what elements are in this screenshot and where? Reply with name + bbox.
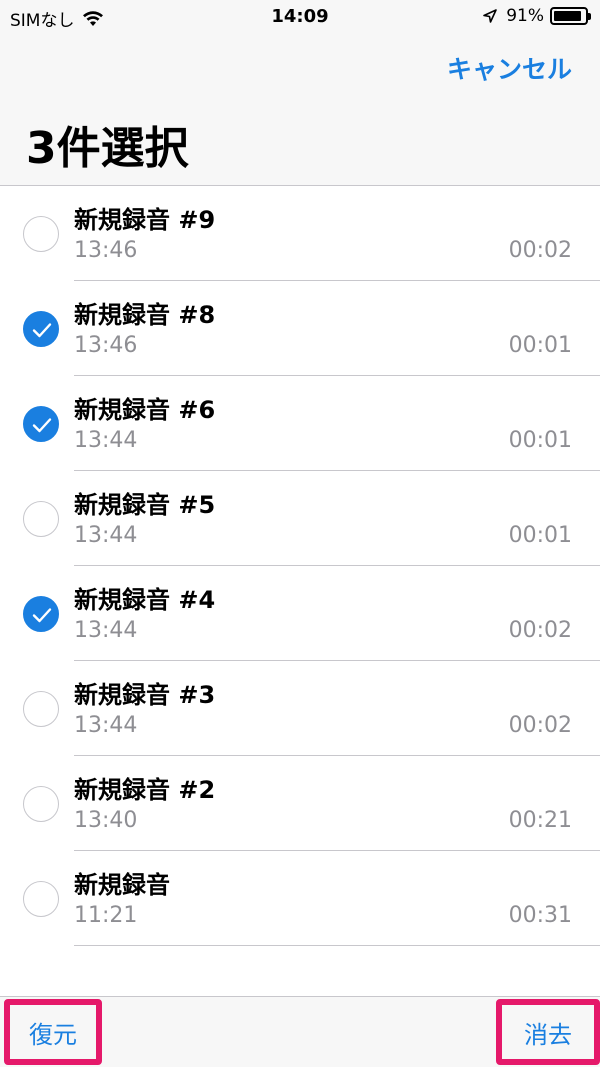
page-title: 3件選択 <box>26 123 189 174</box>
recording-name: 新規録音 <box>74 871 170 899</box>
recording-time: 13:46 <box>74 333 138 358</box>
cancel-button[interactable]: キャンセル <box>447 50 572 86</box>
recording-row[interactable]: 新規録音 11:21 00:31 <box>0 851 600 946</box>
checkbox-empty-icon[interactable] <box>23 501 59 537</box>
recording-row[interactable]: 新規録音 #8 13:46 00:01 <box>0 281 600 376</box>
recording-row[interactable]: 新規録音 #5 13:44 00:01 <box>0 471 600 566</box>
recording-name: 新規録音 #3 <box>74 681 216 709</box>
recording-name: 新規録音 #6 <box>74 396 216 424</box>
recording-duration: 00:02 <box>508 238 572 263</box>
checkbox-empty-icon[interactable] <box>23 691 59 727</box>
location-arrow-icon <box>483 9 498 23</box>
status-bar: SIMなし 14:09 91% <box>0 0 600 34</box>
recording-duration: 00:31 <box>508 903 572 928</box>
recording-name: 新規録音 #4 <box>74 586 216 614</box>
recording-duration: 00:21 <box>508 808 572 833</box>
row-divider <box>74 945 600 946</box>
checkbox-empty-icon[interactable] <box>23 786 59 822</box>
recording-time: 11:21 <box>74 903 138 928</box>
recording-name: 新規録音 #9 <box>74 206 216 234</box>
navigation-header: キャンセル 3件選択 <box>0 34 600 186</box>
checkmark-selected-icon[interactable] <box>23 596 59 632</box>
recording-name: 新規録音 #2 <box>74 776 216 804</box>
recording-time: 13:46 <box>74 238 138 263</box>
recording-duration: 00:02 <box>508 618 572 643</box>
recordings-list: 新規録音 #9 13:46 00:02 新規録音 #8 13:46 00:01 新規録音 #… <box>0 186 600 946</box>
recording-time: 13:44 <box>74 713 138 738</box>
battery-percent: 91% <box>506 6 544 26</box>
status-right: 91% <box>482 6 591 26</box>
recording-duration: 00:02 <box>508 713 572 738</box>
recording-duration: 00:01 <box>508 523 572 548</box>
bottom-toolbar: 復元 消去 <box>0 996 600 1067</box>
recording-duration: 00:01 <box>508 333 572 358</box>
recording-row[interactable]: 新規録音 #3 13:44 00:02 <box>0 661 600 756</box>
battery-fill <box>554 11 581 21</box>
recording-duration: 00:01 <box>508 428 572 453</box>
checkbox-empty-icon[interactable] <box>23 216 59 252</box>
recording-time: 13:40 <box>74 808 138 833</box>
battery-icon <box>550 7 591 25</box>
recording-row[interactable]: 新規録音 #6 13:44 00:01 <box>0 376 600 471</box>
checkmark-selected-icon[interactable] <box>23 311 59 347</box>
recover-button[interactable]: 復元 <box>4 999 102 1065</box>
recording-time: 13:44 <box>74 523 138 548</box>
recording-time: 13:44 <box>74 618 138 643</box>
recording-row[interactable]: 新規録音 #4 13:44 00:02 <box>0 566 600 661</box>
recording-row[interactable]: 新規録音 #9 13:46 00:02 <box>0 186 600 281</box>
checkmark-selected-icon[interactable] <box>23 406 59 442</box>
recording-name: 新規録音 #5 <box>74 491 216 519</box>
checkbox-empty-icon[interactable] <box>23 881 59 917</box>
delete-button[interactable]: 消去 <box>496 999 600 1065</box>
recording-time: 13:44 <box>74 428 138 453</box>
recording-row[interactable]: 新規録音 #2 13:40 00:21 <box>0 756 600 851</box>
recording-name: 新規録音 #8 <box>74 301 216 329</box>
